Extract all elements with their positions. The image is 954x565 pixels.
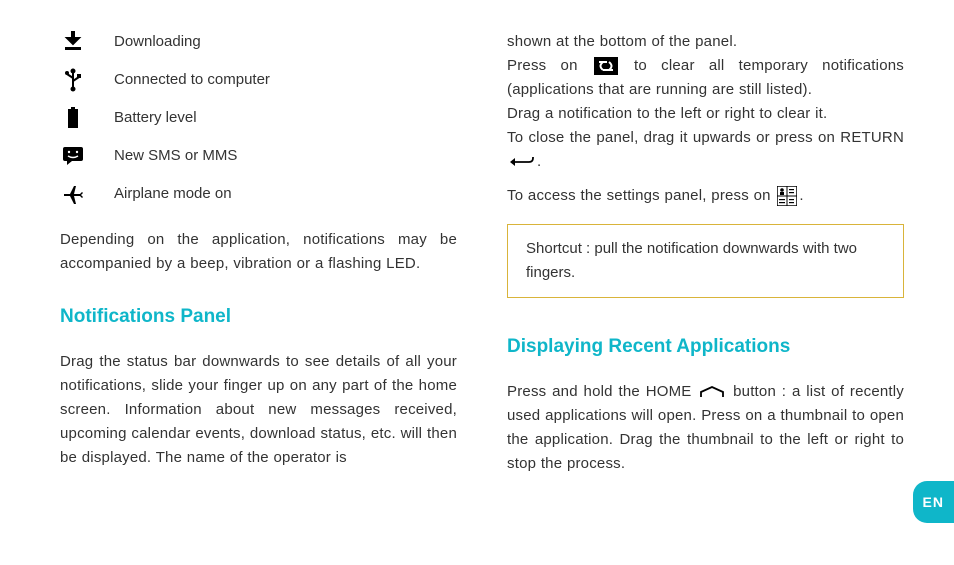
icon-label: New SMS or MMS [114, 144, 237, 168]
download-icon [60, 31, 86, 53]
left-column: Downloading Connected to computer Batter… [60, 30, 457, 535]
language-tab[interactable]: EN [913, 481, 954, 523]
notifications-panel-text: Drag the status bar downwards to see det… [60, 350, 457, 470]
icon-label: Battery level [114, 106, 197, 130]
panel-continuation: shown at the bottom of the panel. Press … [507, 30, 904, 174]
icon-row-usb: Connected to computer [60, 68, 457, 92]
text-segment: Press and hold the HOME [507, 383, 692, 400]
usb-icon [60, 69, 86, 91]
icon-row-sms: New SMS or MMS [60, 144, 457, 168]
shortcut-tip-box: Shortcut : pull the notification downwar… [507, 224, 904, 298]
sms-icon [60, 145, 86, 167]
language-label: EN [923, 494, 944, 510]
right-column: shown at the bottom of the panel. Press … [507, 30, 904, 535]
icon-row-battery: Battery level [60, 106, 457, 130]
text-segment: To access the settings panel, press on [507, 187, 771, 204]
recent-apps-heading: Displaying Recent Applications [507, 332, 904, 362]
recent-apps-text: Press and hold the HOME button : a list … [507, 380, 904, 476]
battery-icon [60, 107, 86, 129]
return-icon [509, 155, 535, 169]
icon-label: Downloading [114, 30, 201, 54]
text-segment: . [799, 187, 803, 204]
clear-notifications-icon [594, 57, 618, 75]
home-icon [699, 385, 725, 399]
icon-row-airplane: Airplane mode on [60, 182, 457, 206]
text-segment: Press on [507, 57, 578, 74]
text-segment: To close the panel, drag it upwards or p… [507, 129, 904, 146]
text-segment: Drag a notification to the left or right… [507, 105, 827, 122]
status-icons-table: Downloading Connected to computer Batter… [60, 30, 457, 206]
icon-label: Connected to computer [114, 68, 270, 92]
notifications-panel-heading: Notifications Panel [60, 302, 457, 332]
icon-label: Airplane mode on [114, 182, 232, 206]
intro-paragraph: Depending on the application, notificati… [60, 228, 457, 276]
settings-panel-icon [777, 186, 797, 206]
icon-row-downloading: Downloading [60, 30, 457, 54]
text-segment: shown at the bottom of the panel. [507, 33, 737, 50]
text-segment: . [537, 153, 541, 170]
settings-panel-text: To access the settings panel, press on . [507, 184, 904, 208]
tip-text: Shortcut : pull the notification downwar… [526, 240, 857, 281]
airplane-icon [60, 183, 86, 205]
